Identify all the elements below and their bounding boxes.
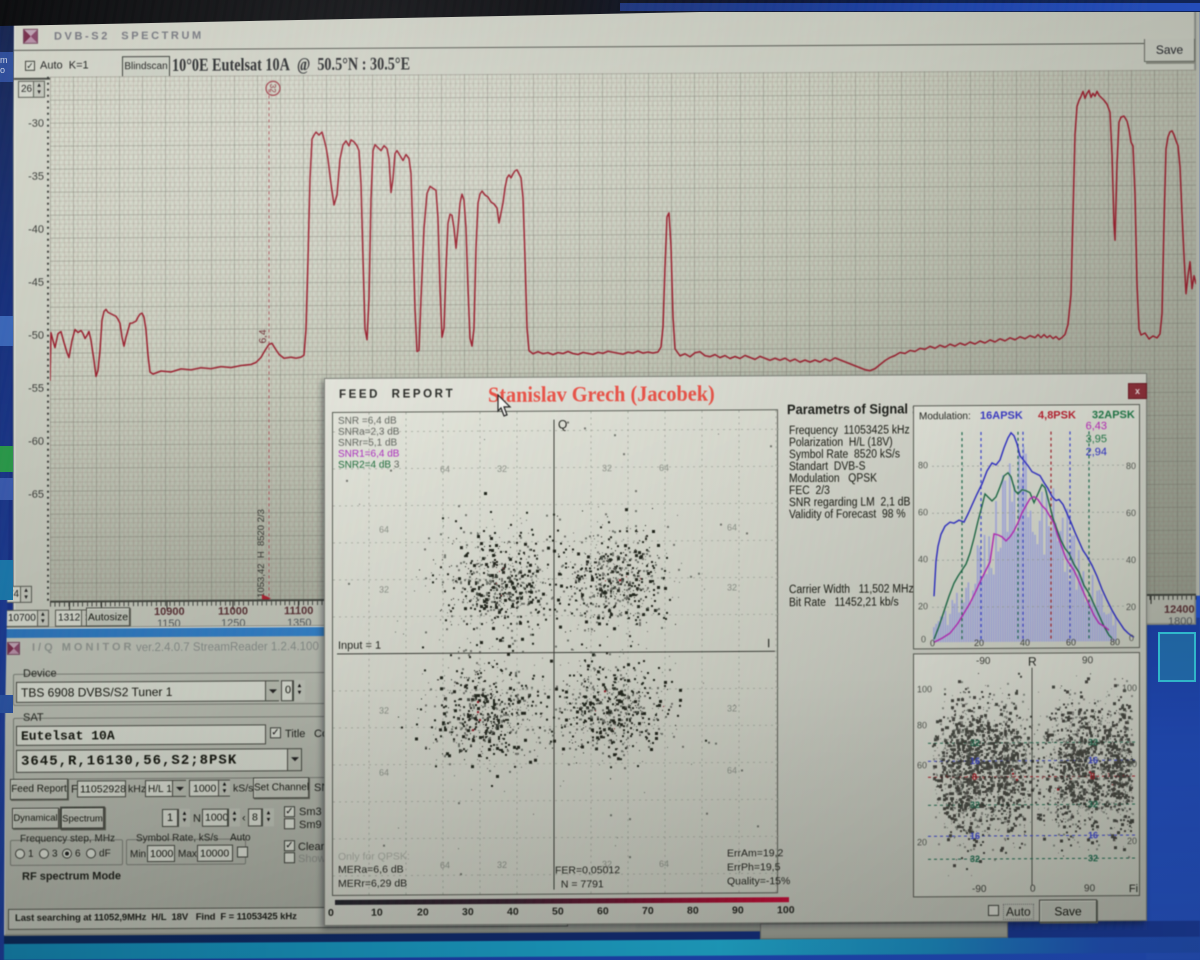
svg-text:32: 32: [727, 582, 737, 592]
svg-text:32: 32: [497, 464, 507, 474]
svg-text:32: 32: [602, 463, 612, 473]
svg-text:64: 64: [379, 525, 389, 535]
svg-text:8: 8: [1090, 771, 1095, 781]
svg-text:32: 32: [970, 800, 980, 810]
svg-text:32: 32: [1088, 799, 1098, 809]
svg-text:6,4: 6,4: [258, 329, 269, 343]
svg-text:32: 32: [970, 854, 980, 864]
svg-text:32: 32: [497, 860, 507, 870]
svg-text:32: 32: [379, 706, 389, 716]
svg-text:16: 16: [1088, 755, 1098, 765]
svg-text:16: 16: [1088, 830, 1098, 840]
svg-text:16: 16: [970, 831, 980, 841]
svg-text:64: 64: [379, 768, 389, 778]
svg-text:64: 64: [659, 463, 669, 473]
svg-text:64: 64: [659, 859, 669, 869]
svg-text:32: 32: [268, 84, 277, 94]
svg-text:11053,42 H 8520 2/3: 11053,42 H 8520 2/3: [256, 509, 267, 602]
svg-text:16: 16: [970, 756, 980, 766]
svg-text:64: 64: [440, 860, 450, 870]
svg-text:32: 32: [1088, 737, 1098, 747]
svg-text:32: 32: [1088, 853, 1098, 863]
svg-text:32: 32: [970, 738, 980, 748]
svg-text:64: 64: [727, 765, 737, 775]
svg-text:32: 32: [379, 585, 389, 595]
svg-text:64: 64: [440, 464, 450, 474]
svg-text:32: 32: [727, 703, 737, 713]
svg-text:8: 8: [972, 772, 977, 782]
svg-text:64: 64: [727, 522, 737, 532]
